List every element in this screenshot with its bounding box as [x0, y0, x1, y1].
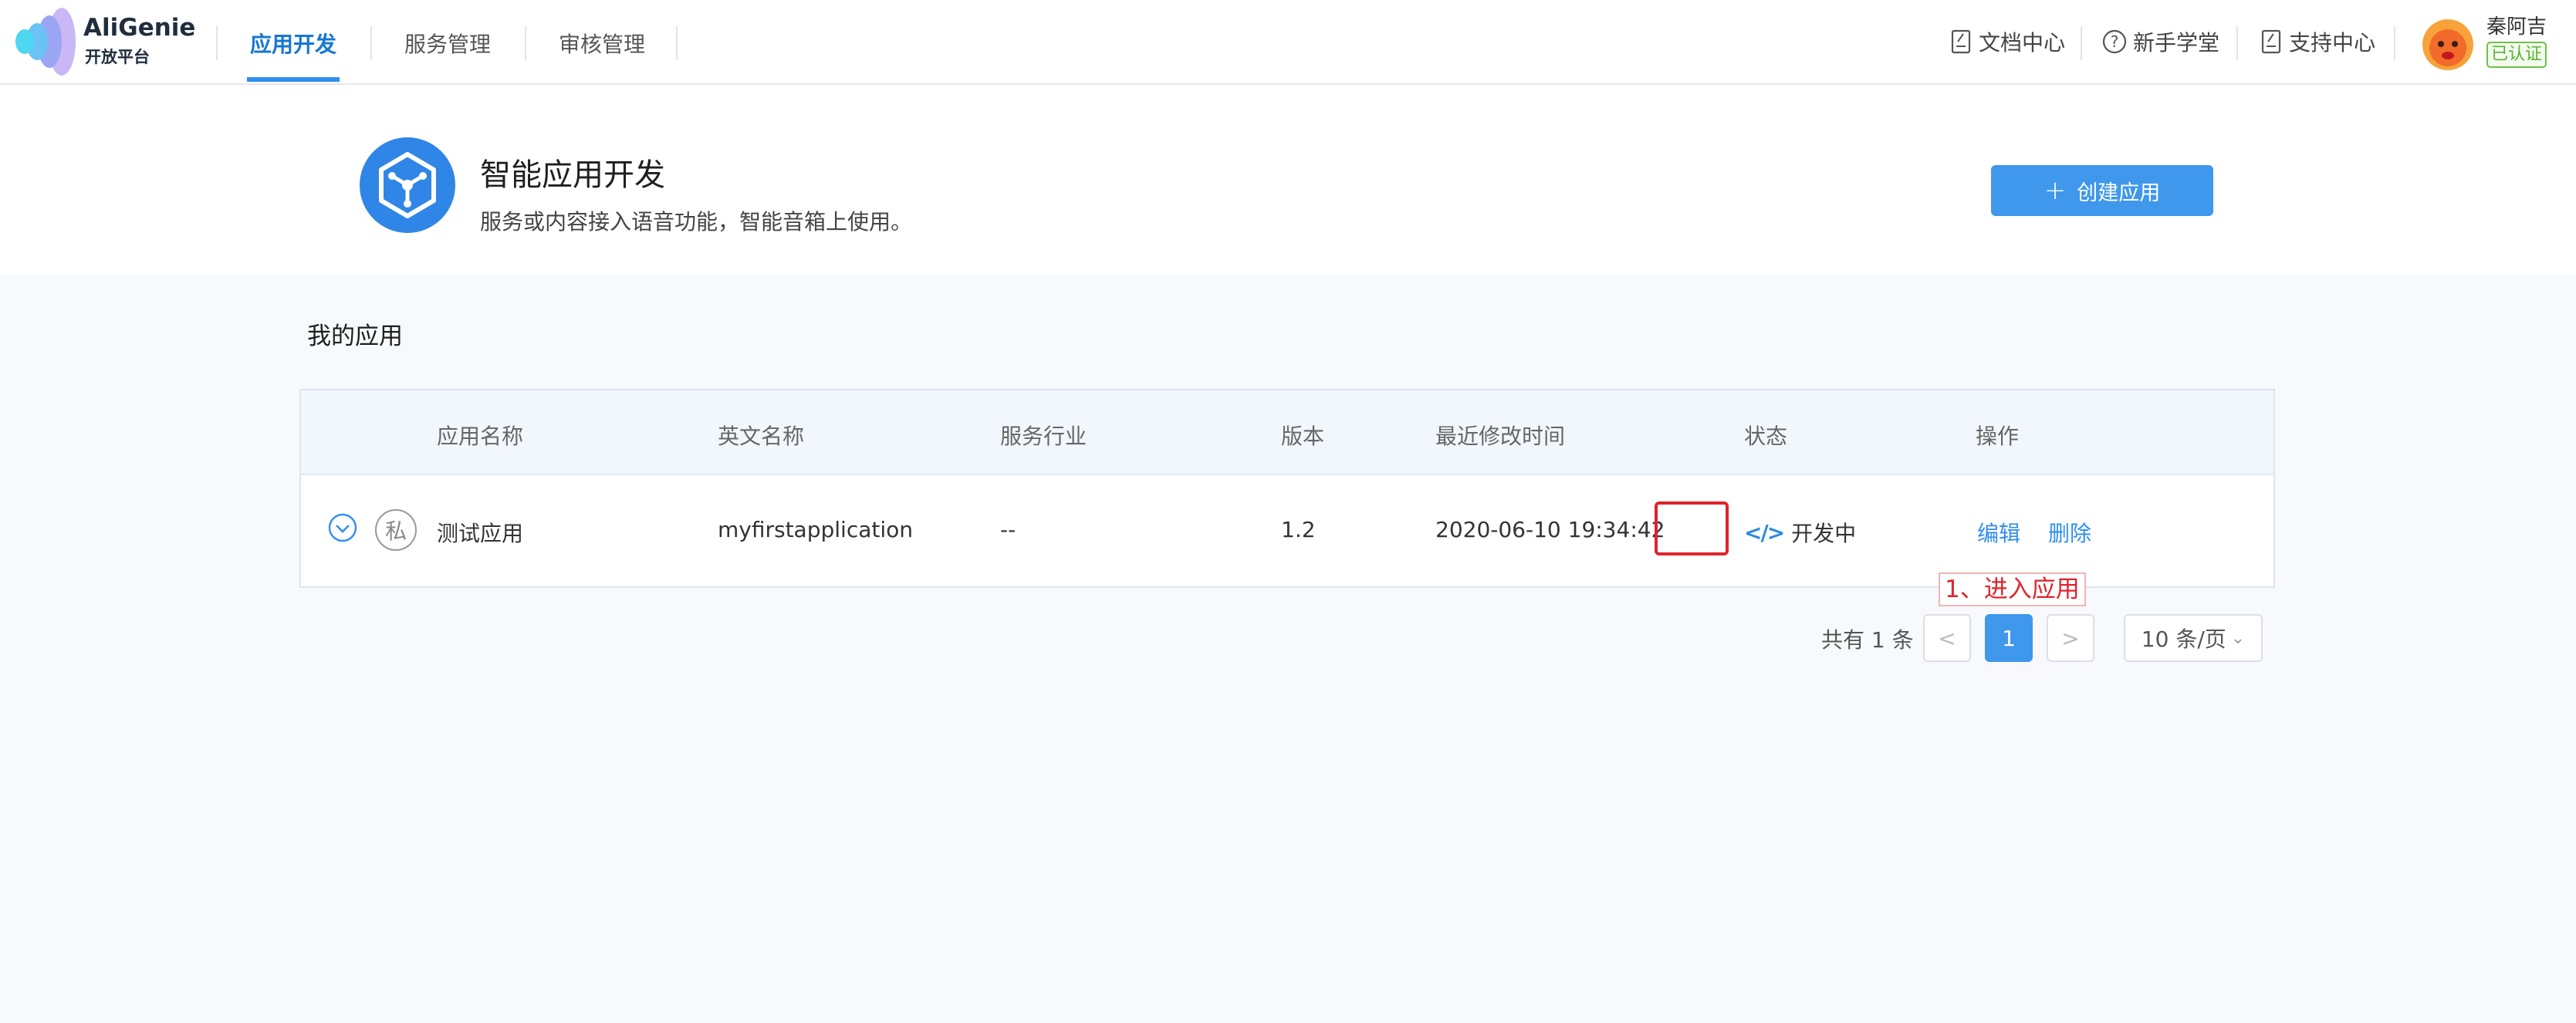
section-title-my-apps: 我的应用 [307, 322, 403, 350]
nav-divider [676, 26, 678, 60]
next-page-button[interactable]: > [2047, 614, 2094, 662]
support-center-label: 支持中心 [2289, 30, 2376, 56]
cell-app-name: 测试应用 [437, 521, 524, 546]
hero-description: 服务或内容接入语音功能，智能音箱上使用。 [480, 209, 913, 235]
apps-table: 应用名称 英文名称 服务行业 版本 最近修改时间 状态 操作 私 测试应用 my… [299, 389, 2275, 588]
help-icon: ? [2102, 29, 2127, 54]
doc-center-link[interactable]: 文档中心 [1949, 26, 2065, 57]
plus-icon: + [2044, 175, 2067, 206]
table-header: 应用名称 英文名称 服务行业 版本 最近修改时间 状态 操作 [301, 390, 2273, 475]
annotation-callout: 1、进入应用 [1939, 572, 2086, 606]
column-header-modified-time: 最近修改时间 [1435, 424, 1566, 449]
page-size-select[interactable]: 10 条/页 ⌄ [2124, 614, 2263, 662]
support-center-link[interactable]: 支持中心 [2260, 26, 2375, 57]
svg-text:?: ? [2111, 32, 2119, 51]
support-icon [2261, 29, 2281, 54]
column-header-status: 状态 [1744, 424, 1788, 449]
delete-link[interactable]: 删除 [2048, 517, 2091, 548]
create-app-button[interactable]: + 创建应用 [1991, 165, 2213, 216]
nav-divider [370, 26, 372, 60]
cell-english-name: myfirstapplication [718, 517, 914, 542]
code-icon: </> [1744, 519, 1785, 545]
nav-divider [216, 26, 218, 60]
brand-name: AliGenie [83, 14, 196, 42]
hero-title: 智能应用开发 [480, 157, 665, 193]
column-header-version: 版本 [1281, 424, 1325, 449]
user-name[interactable]: 秦阿吉 [2486, 11, 2560, 39]
hero-banner: 智能应用开发 服务或内容接入语音功能，智能音箱上使用。 + 创建应用 [0, 85, 2576, 275]
beginner-school-link[interactable]: ? 新手学堂 [2102, 26, 2219, 57]
column-header-actions: 操作 [1976, 424, 2020, 449]
column-header-english-name: 英文名称 [718, 424, 805, 449]
prev-page-button[interactable]: < [1923, 614, 1971, 662]
tab-service-management[interactable]: 服务管理 [404, 28, 491, 59]
document-icon [1951, 29, 1971, 54]
edit-highlight-box [1655, 501, 1729, 555]
cell-version: 1.2 [1281, 517, 1316, 542]
pagination-total: 共有 1 条 [1821, 627, 1914, 653]
verified-badge: 已认证 [2486, 42, 2547, 68]
private-badge: 私 [375, 509, 417, 551]
column-header-app-name: 应用名称 [437, 424, 524, 449]
link-divider [2394, 26, 2395, 60]
smart-app-cube-icon [360, 137, 455, 233]
beginner-school-label: 新手学堂 [2133, 30, 2220, 56]
chevron-down-icon[interactable] [327, 512, 358, 543]
chevron-right-icon: > [2061, 625, 2080, 651]
link-divider [2081, 26, 2082, 60]
active-tab-indicator [247, 77, 340, 82]
tab-review-management[interactable]: 审核管理 [559, 28, 645, 59]
brand-subtitle: 开放平台 [85, 48, 150, 66]
edit-link[interactable]: 编辑 [1977, 517, 2020, 548]
cell-industry: -- [1000, 517, 1016, 542]
create-app-label: 创建应用 [2077, 181, 2161, 205]
doc-center-label: 文档中心 [1979, 30, 2066, 56]
nav-divider [525, 26, 526, 60]
top-header: AliGenie 开放平台 应用开发 服务管理 审核管理 文档中心 ? 新手学堂… [0, 0, 2576, 85]
page-number-button[interactable]: 1 [1985, 614, 2033, 662]
status-label: 开发中 [1791, 521, 1857, 546]
aligenie-logo [15, 8, 76, 76]
column-header-industry: 服务行业 [1000, 424, 1087, 449]
user-avatar[interactable] [2422, 19, 2474, 71]
cell-modified-time: 2020-06-10 19:34:42 [1435, 517, 1665, 542]
chevron-down-icon: ⌄ [2230, 628, 2246, 648]
chevron-left-icon: < [1938, 625, 1956, 651]
tab-app-development[interactable]: 应用开发 [250, 28, 336, 59]
cell-status: </> 开发中 [1744, 517, 1856, 548]
page-size-value: 10 条/页 [2141, 626, 2226, 652]
link-divider [2236, 26, 2238, 60]
